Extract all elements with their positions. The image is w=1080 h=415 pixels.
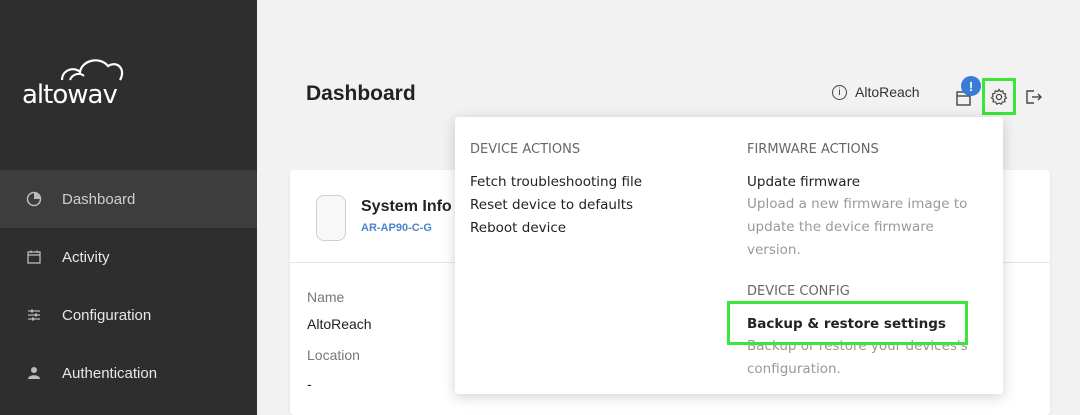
sliders-icon — [24, 305, 44, 325]
sidebar-item-label: Authentication — [62, 364, 158, 382]
field-value-name: AltoReach — [307, 316, 372, 332]
reset-defaults-item[interactable]: Reset device to defaults — [470, 197, 633, 213]
update-firmware-description: Upload a new firmware image to update th… — [747, 196, 968, 258]
sidebar-item-dashboard[interactable]: Dashboard — [0, 170, 257, 228]
notification-badge: ! — [961, 76, 981, 96]
sidebar-item-activity[interactable]: Activity — [0, 228, 257, 286]
pie-chart-icon — [24, 189, 44, 209]
logout-button[interactable] — [1021, 84, 1047, 110]
field-label-location: Location — [307, 347, 360, 363]
device-config-heading: DEVICE CONFIG — [747, 284, 850, 299]
settings-dropdown-menu: DEVICE ACTIONS Fetch troubleshooting fil… — [455, 117, 1003, 394]
highlight-backup-restore — [727, 301, 968, 345]
user-icon — [24, 363, 44, 383]
field-value-location: - — [307, 376, 312, 392]
update-firmware-item[interactable]: Update firmware — [747, 174, 860, 190]
sidebar-item-configuration[interactable]: Configuration — [0, 286, 257, 344]
highlight-settings — [982, 78, 1016, 115]
sidebar: altowav Dashboard Activity Configuration… — [0, 0, 257, 415]
reboot-device-item[interactable]: Reboot device — [470, 220, 566, 236]
card-title: System Info — [361, 198, 452, 215]
logo: altowav — [22, 46, 162, 126]
sidebar-item-authentication[interactable]: Authentication — [0, 344, 257, 402]
logout-icon — [1026, 90, 1042, 104]
device-model-link[interactable]: AR-AP90-C-G — [361, 222, 432, 234]
sidebar-item-label: Activity — [62, 248, 110, 266]
info-icon: i — [832, 84, 847, 100]
calendar-icon — [24, 247, 44, 267]
device-actions-heading: DEVICE ACTIONS — [470, 142, 581, 157]
fetch-troubleshooting-item[interactable]: Fetch troubleshooting file — [470, 174, 642, 190]
device-info: i AltoReach — [832, 84, 920, 100]
firmware-actions-heading: FIRMWARE ACTIONS — [747, 142, 879, 157]
page-title: Dashboard — [306, 82, 416, 105]
device-image — [316, 195, 346, 241]
sidebar-item-label: Configuration — [62, 306, 152, 324]
logo-text: altowav — [22, 80, 118, 110]
field-label-name: Name — [307, 289, 345, 305]
device-name: AltoReach — [855, 84, 920, 100]
sidebar-item-label: Dashboard — [62, 190, 136, 208]
